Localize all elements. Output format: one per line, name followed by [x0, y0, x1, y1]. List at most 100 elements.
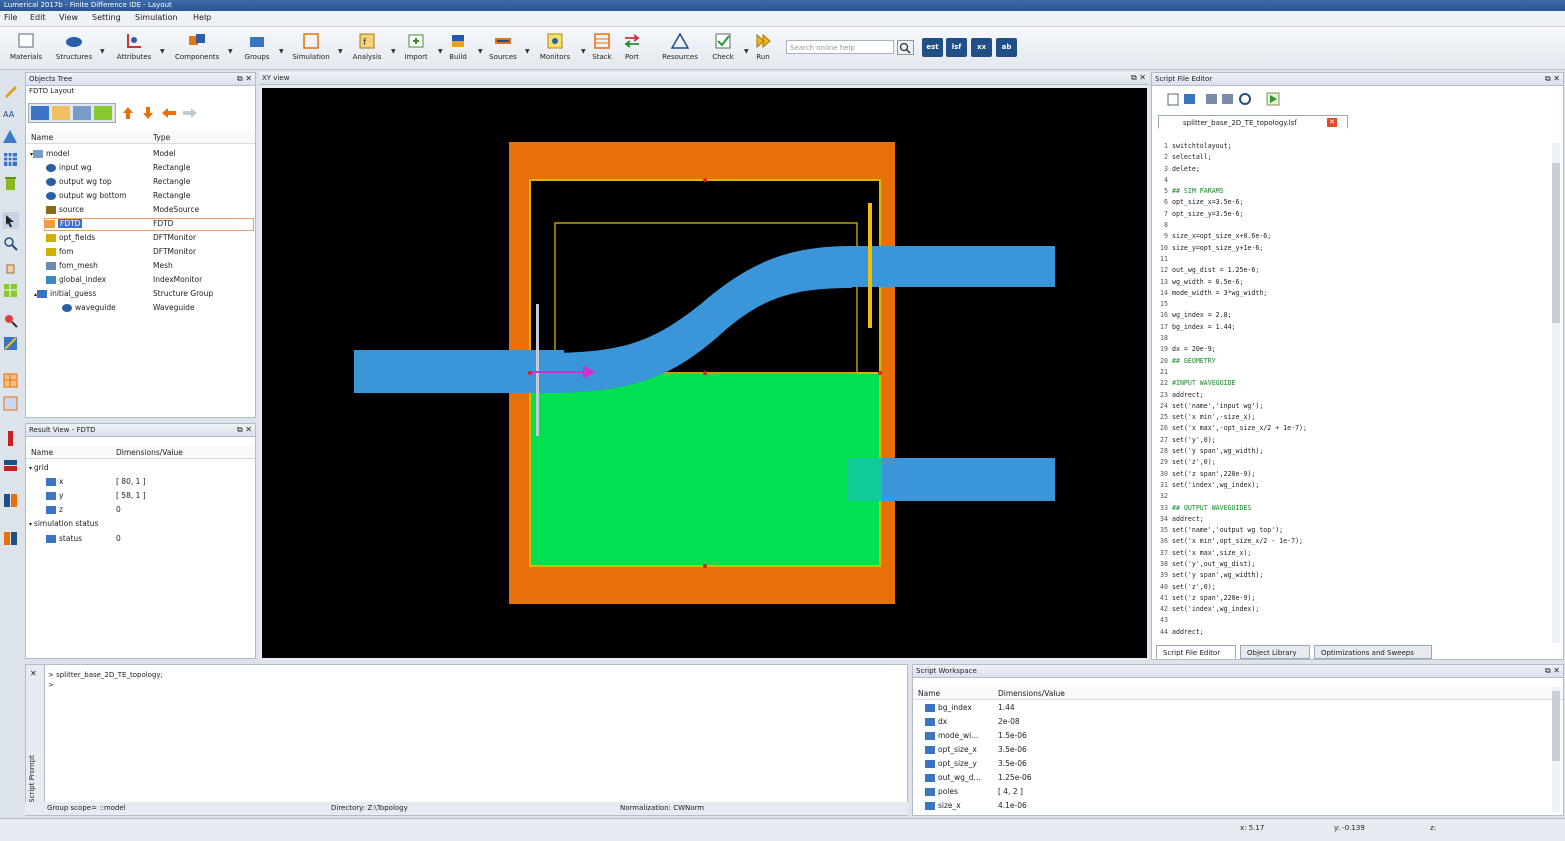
- code-line[interactable]: 43: [1154, 615, 1549, 626]
- tree-row-global-index[interactable]: global_index: [46, 275, 106, 284]
- result-row-simulation-status[interactable]: ▾ simulation status: [29, 519, 98, 528]
- code-line[interactable]: 32: [1154, 491, 1549, 502]
- sources-button[interactable]: Sources: [481, 30, 525, 66]
- code-line[interactable]: 37 set('x max',size_x);: [1154, 548, 1549, 559]
- code-line[interactable]: 44 addrect;: [1154, 627, 1549, 638]
- code-line[interactable]: 42 set('index',wg_index);: [1154, 604, 1549, 615]
- script-block-button[interactable]: est: [922, 38, 943, 57]
- close-icon[interactable]: ✕: [30, 669, 37, 678]
- code-line[interactable]: 3 delete;: [1154, 164, 1549, 175]
- code-line[interactable]: 18: [1154, 333, 1549, 344]
- code-line[interactable]: 14 mode_width = 3*wg_width;: [1154, 288, 1549, 299]
- code-line[interactable]: 27 set('y',0);: [1154, 435, 1549, 446]
- tree-row-output-wg-top[interactable]: output wg top: [46, 177, 112, 186]
- workspace-row[interactable]: size_x: [925, 801, 961, 810]
- menu-view[interactable]: View: [59, 13, 78, 22]
- materials-button[interactable]: Materials: [4, 30, 48, 66]
- editor-scrollbar[interactable]: [1552, 143, 1560, 643]
- ab-block-button[interactable]: ab: [996, 38, 1017, 57]
- code-line[interactable]: 12 out_wg_dist = 1.25e-6;: [1154, 265, 1549, 276]
- code-line[interactable]: 35 set('name','output wg top');: [1154, 525, 1549, 536]
- code-line[interactable]: 6 opt_size_x=3.5e-6;: [1154, 197, 1549, 208]
- tree-row-output-wg-bottom[interactable]: output wg bottom: [46, 191, 127, 200]
- layout-canvas[interactable]: [262, 88, 1147, 658]
- workspace-row[interactable]: poles: [925, 787, 958, 796]
- code-line[interactable]: 11: [1154, 254, 1549, 265]
- panel-close-icon[interactable]: ⧉ ✕: [1545, 665, 1560, 677]
- layout-view-icon[interactable]: [2, 395, 19, 412]
- result-row-grid[interactable]: ▾ grid: [29, 463, 49, 472]
- grid-icon[interactable]: [2, 151, 19, 168]
- tree-row-fdtd[interactable]: FDTD: [44, 218, 254, 231]
- editor-toolbar[interactable]: [1166, 91, 1286, 107]
- code-line[interactable]: 31 set('index',wg_index);: [1154, 480, 1549, 491]
- object-view-buttons[interactable]: [28, 103, 116, 123]
- output-wg-top[interactable]: [847, 246, 1055, 287]
- code-line[interactable]: 8: [1154, 220, 1549, 231]
- scroll-thumb[interactable]: [1552, 163, 1560, 323]
- import-button[interactable]: Import: [394, 30, 438, 66]
- tree-row-source[interactable]: source: [46, 205, 84, 214]
- resources-button[interactable]: Resources: [658, 30, 702, 66]
- code-line[interactable]: 7 opt_size_y=3.5e-6;: [1154, 209, 1549, 220]
- run-button[interactable]: Run: [741, 30, 785, 66]
- workspace-row[interactable]: dx: [925, 717, 947, 726]
- code-line[interactable]: 33 ## OUTPUT WAVEGUIDES: [1154, 503, 1549, 514]
- source-line[interactable]: [536, 304, 539, 436]
- view-grid-icon[interactable]: [2, 282, 19, 299]
- code-line[interactable]: 17 bg_index = 1.44;: [1154, 322, 1549, 333]
- port-button[interactable]: Port: [610, 30, 654, 66]
- code-line[interactable]: 9 size_x=opt_size_x+0.6e-6;: [1154, 231, 1549, 242]
- code-line[interactable]: 22 #INPUT WAVEGUIDE: [1154, 378, 1549, 389]
- code-editor[interactable]: 1 switchtolayout; 2 selectall; 3 delete; 4 5 ## …: [1154, 141, 1549, 641]
- code-line[interactable]: 39 set('y span',wg_width);: [1154, 570, 1549, 581]
- code-line[interactable]: 15: [1154, 299, 1549, 310]
- pencil-icon[interactable]: [2, 82, 19, 99]
- vertical-split-icon[interactable]: [2, 492, 19, 509]
- tab-object-library[interactable]: Object Library: [1240, 645, 1310, 659]
- menu-file[interactable]: File: [4, 13, 17, 22]
- triangle-icon[interactable]: [2, 128, 19, 145]
- select-arrow-icon[interactable]: [2, 212, 19, 229]
- code-line[interactable]: 36 set('x min',opt_size_x/2 - 1e-7);: [1154, 536, 1549, 547]
- code-line[interactable]: 29 set('z',0);: [1154, 457, 1549, 468]
- tree-row-waveguide[interactable]: waveguide: [62, 303, 116, 312]
- monitors-button[interactable]: Monitors: [533, 30, 577, 66]
- tab-script-file-editor[interactable]: Script File Editor: [1156, 645, 1236, 659]
- search-button[interactable]: [897, 40, 914, 55]
- code-line[interactable]: 5 ## SIM PARAMS: [1154, 186, 1549, 197]
- fom-monitor-line[interactable]: [868, 203, 872, 328]
- analysis-button[interactable]: f Analysis: [345, 30, 389, 66]
- vertical-bar-icon[interactable]: [2, 430, 19, 447]
- code-line[interactable]: 25 set('x min',-size_x);: [1154, 412, 1549, 423]
- tree-row-initial-guess[interactable]: ▴ initial_guess: [34, 289, 96, 298]
- delete-icon[interactable]: [2, 175, 19, 192]
- code-line[interactable]: 19 dx = 20e-9;: [1154, 344, 1549, 355]
- panel-close-icon[interactable]: ⧉ ✕: [1545, 73, 1560, 85]
- tree-row-fom[interactable]: fom: [46, 247, 74, 256]
- workspace-row[interactable]: out_wg_d...: [925, 773, 981, 782]
- code-line[interactable]: 4: [1154, 175, 1549, 186]
- result-row-y[interactable]: y: [46, 491, 63, 500]
- code-line[interactable]: 21: [1154, 367, 1549, 378]
- result-row-status[interactable]: status: [46, 534, 82, 543]
- tree-row-model[interactable]: ▾ model: [30, 149, 69, 158]
- code-line[interactable]: 41 set('z span',220e-9);: [1154, 593, 1549, 604]
- structures-button[interactable]: Structures: [52, 30, 96, 66]
- xx-block-button[interactable]: xx: [971, 38, 992, 57]
- code-line[interactable]: 28 set('y span',wg_width);: [1154, 446, 1549, 457]
- workspace-row[interactable]: bg_index: [925, 703, 972, 712]
- code-line[interactable]: 24 set('name','input wg');: [1154, 401, 1549, 412]
- horizontal-split-icon[interactable]: [2, 457, 19, 474]
- code-line[interactable]: 30 set('z span',220e-9);: [1154, 469, 1549, 480]
- move-arrow-icon[interactable]: [122, 105, 202, 121]
- code-line[interactable]: 16 wg_index = 2.8;: [1154, 310, 1549, 321]
- tab-optimizations-sweeps[interactable]: Optimizations and Sweeps: [1314, 645, 1432, 659]
- tree-row-fom-mesh[interactable]: fom_mesh: [46, 261, 98, 270]
- axis-icon[interactable]: AA: [2, 105, 19, 122]
- lsf-block-button[interactable]: lsf: [946, 38, 967, 57]
- measure-icon[interactable]: [2, 335, 19, 352]
- panel-close-icon[interactable]: ⧉ ✕: [237, 73, 252, 85]
- code-line[interactable]: 23 addrect;: [1154, 390, 1549, 401]
- editor-file-tab[interactable]: splitter_base_2D_TE_topology.lsf ✕: [1158, 115, 1348, 129]
